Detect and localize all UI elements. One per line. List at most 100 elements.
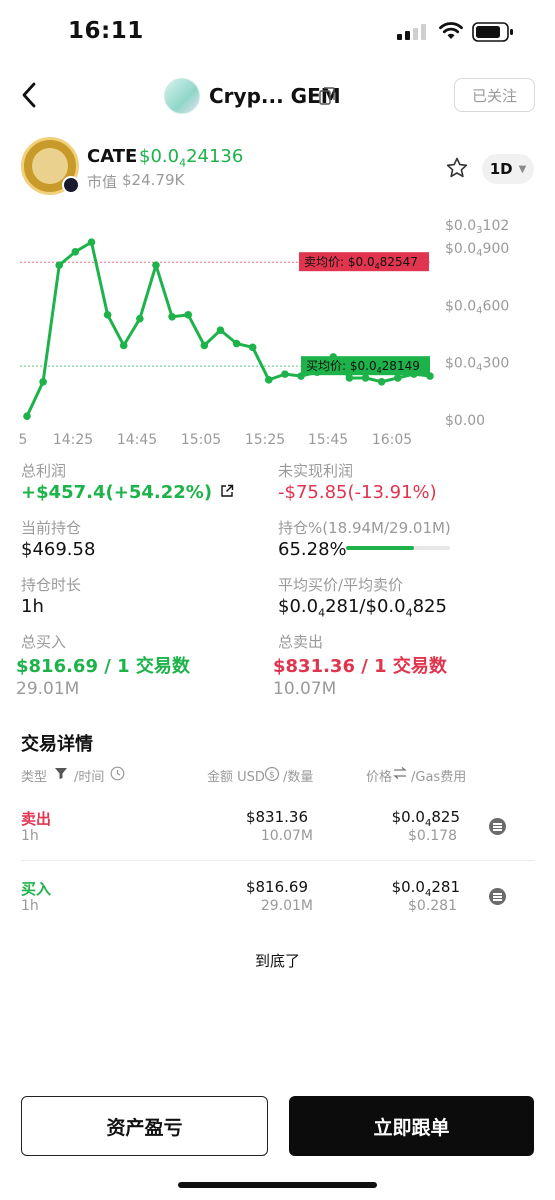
trade-age: 1h: [21, 828, 39, 844]
trade-type: 买入: [21, 880, 52, 898]
price-point: [87, 238, 96, 247]
total-profit-label: 总利润: [21, 462, 67, 480]
unrealized-profit-value: -$75.85(-13.91%): [278, 482, 437, 503]
trade-details-icon[interactable]: [489, 818, 506, 835]
price-point: [168, 312, 176, 321]
back-chevron-icon[interactable]: [18, 80, 40, 110]
x-tick-label: 15:05: [181, 432, 221, 448]
home-indicator: [178, 1182, 377, 1188]
price-point: [136, 314, 144, 323]
y-tick-label: $0.04600: [445, 298, 509, 316]
price-point: [184, 311, 192, 319]
asset-pnl-button[interactable]: 资产盈亏: [21, 1096, 268, 1156]
total-buy-qty: 29.01M: [16, 679, 80, 699]
token-logo: [21, 137, 80, 195]
status-time: 16:11: [68, 18, 144, 44]
duration-label: 持仓时长: [21, 576, 82, 594]
holding-progress-bar: [346, 546, 450, 550]
chain-badge-icon: [62, 176, 80, 194]
star-icon[interactable]: [445, 156, 469, 180]
holding-progress-fill: [346, 546, 414, 550]
trade-gas: $0.178: [408, 828, 457, 844]
col-type-header: 类型: [21, 770, 48, 785]
duration-value: 1h: [21, 596, 44, 617]
price-point: [119, 341, 128, 350]
x-tick-label: 16:05: [372, 432, 412, 448]
y-tick-label: $0.04900: [445, 241, 509, 259]
total-sell-label: 总卖出: [278, 633, 324, 651]
trade-price: $0.04825: [391, 808, 460, 829]
sell-avg-label: 卖均价: $0.0482547: [304, 255, 418, 271]
price-point: [248, 343, 257, 352]
holding-value: $469.58: [21, 539, 96, 560]
copy-icon[interactable]: [319, 87, 335, 105]
trades-title: 交易详情: [21, 734, 93, 755]
price-chart: 卖均价: $0.0482547 买均价: $0.0428149 $0.03102 $0…: [19, 218, 510, 448]
total-sell-value: $831.36 / 1 交易数: [273, 656, 447, 677]
dollar-toggle-icon[interactable]: $: [264, 766, 280, 782]
price-point: [39, 377, 47, 386]
timeframe-value: 1D: [489, 160, 513, 178]
col-qty-header: /数量: [283, 770, 314, 785]
holding-pct-label: 持仓%(18.94M/29.01M): [278, 519, 451, 537]
trade-amount: $816.69: [245, 878, 308, 896]
price-point: [265, 376, 273, 384]
price-point: [216, 326, 225, 334]
filter-icon[interactable]: [54, 766, 68, 780]
wallet-avatar: [164, 78, 200, 114]
total-buy-label: 总买入: [21, 633, 67, 651]
price-point: [23, 412, 31, 420]
price-point: [377, 377, 386, 386]
token-price: $0.0424136: [139, 146, 244, 170]
chevron-down-icon: ▼: [518, 163, 527, 175]
price-point: [103, 311, 112, 319]
price-point: [71, 247, 80, 256]
price-point: [200, 341, 209, 350]
battery-icon: [472, 22, 513, 42]
token-symbol: CATE: [87, 146, 138, 167]
price-point: [232, 339, 241, 348]
row-divider: [21, 860, 534, 861]
swap-icon[interactable]: [392, 766, 408, 780]
price-point: [361, 374, 370, 382]
copy-trade-button[interactable]: 立即跟单: [289, 1096, 534, 1156]
avg-price-label: 平均买价/平均卖价: [278, 576, 404, 594]
col-gas-header: /Gas费用: [411, 770, 467, 785]
signal-icon: [397, 24, 426, 40]
price-point: [281, 370, 289, 378]
price-point: [345, 374, 354, 382]
col-time-header: /时间: [74, 770, 105, 785]
trade-amount: $831.36: [245, 808, 308, 826]
y-tick-label: $0.04300: [445, 356, 509, 374]
clock-icon[interactable]: [110, 766, 125, 781]
trade-details-icon[interactable]: [489, 888, 506, 905]
price-point: [393, 374, 402, 382]
trade-age: 1h: [21, 898, 39, 914]
x-tick-label: 5: [19, 432, 28, 448]
x-tick-label: 15:25: [245, 432, 285, 448]
x-tick-label: 14:45: [117, 432, 157, 448]
total-profit-value: +$457.4(+54.22%): [21, 482, 234, 503]
wifi-icon: [439, 22, 463, 39]
holding-pct-value: 65.28%: [278, 539, 347, 560]
market-cap-label: 市值: [87, 173, 118, 191]
price-point: [152, 261, 160, 269]
trade-qty: 29.01M: [260, 898, 313, 914]
followed-button[interactable]: 已关注: [454, 78, 535, 112]
trade-price: $0.04281: [391, 878, 460, 899]
svg-text:$: $: [269, 771, 275, 781]
total-sell-qty: 10.07M: [273, 679, 337, 699]
col-amount-header: 金额 USD: [207, 770, 265, 785]
y-tick-label: $0.03102: [445, 218, 509, 236]
buy-avg-label: 买均价: $0.0428149: [306, 359, 420, 375]
timeframe-select[interactable]: 1D ▼: [482, 154, 534, 184]
trade-gas: $0.281: [408, 898, 457, 914]
holding-label: 当前持仓: [21, 519, 82, 537]
y-tick-label: $0.00: [445, 413, 485, 429]
total-buy-value: $816.69 / 1 交易数: [16, 656, 190, 677]
x-tick-label: 15:45: [308, 432, 348, 448]
avg-price-value: $0.04281/$0.04825: [278, 596, 447, 620]
trade-qty: 10.07M: [260, 828, 313, 844]
trade-type: 卖出: [21, 810, 52, 828]
external-link-icon[interactable]: [220, 484, 234, 498]
